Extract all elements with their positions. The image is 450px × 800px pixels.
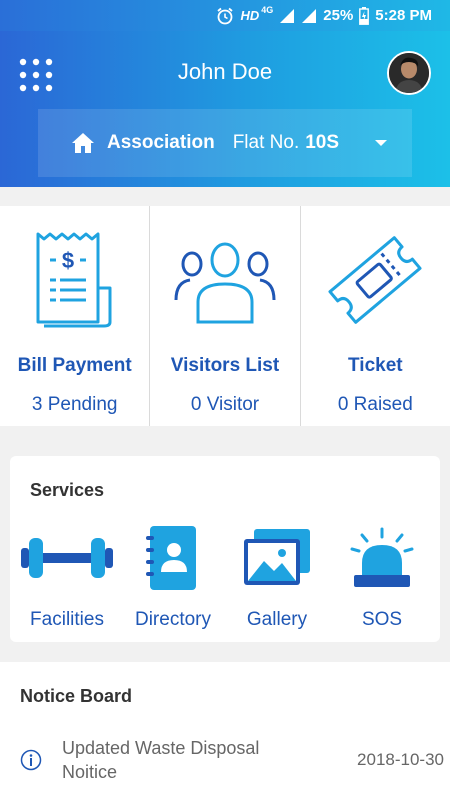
notice-board: Notice Board Updated Waste Disposal Noit… <box>0 662 450 800</box>
service-facilities[interactable]: Facilities <box>15 526 119 631</box>
hd-indicator: HD <box>240 8 260 23</box>
visitors-list-count: 0 Visitor <box>190 394 260 415</box>
info-icon <box>20 749 42 771</box>
svg-text:$: $ <box>62 248 74 273</box>
summary-cards: $ Bill Payment 3 Pending Visitors List 0… <box>0 206 450 426</box>
user-name: John Doe <box>177 59 273 84</box>
ticket-status: 0 Raised <box>337 394 413 415</box>
avatar[interactable] <box>387 51 431 95</box>
notice-item-date: 2018-10-30 <box>357 750 444 769</box>
visitors-list-card[interactable]: Visitors List 0 Visitor <box>150 206 301 426</box>
service-sos-label: SOS <box>361 609 403 630</box>
signal-icon <box>280 8 295 23</box>
home-icon <box>72 133 94 153</box>
bill-payment-title: Bill Payment <box>17 355 132 376</box>
service-directory-label: Directory <box>134 609 211 630</box>
service-facilities-label: Facilities <box>30 609 104 630</box>
service-gallery-label: Gallery <box>246 609 308 630</box>
contact-book-icon <box>146 526 196 590</box>
services-title: Services <box>30 480 105 500</box>
ticket-card[interactable]: Ticket 0 Raised <box>301 206 450 426</box>
association-label: Association <box>107 132 215 153</box>
bill-payment-status: 3 Pending <box>31 394 118 415</box>
notice-board-title: Notice Board <box>20 686 133 706</box>
dumbbell-icon <box>21 538 113 578</box>
bill-payment-card[interactable]: $ Bill Payment 3 Pending <box>0 206 151 426</box>
notice-item-text: Updated Waste Disposal Noitice <box>62 738 260 782</box>
status-bar: HD 4G 25% 5:28 PM <box>0 0 450 31</box>
ticket-title: Ticket <box>348 355 403 376</box>
service-directory[interactable]: Directory <box>121 526 225 631</box>
services-panel: Services Facilities Directory Gallery SO… <box>10 456 440 642</box>
profile-photo-icon <box>389 53 429 93</box>
dropdown-arrow-icon <box>375 140 387 146</box>
visitors-list-title: Visitors List <box>170 355 280 376</box>
battery-percent: 25% <box>323 7 354 24</box>
alarm-icon <box>217 7 234 24</box>
service-gallery[interactable]: Gallery <box>225 526 329 631</box>
flat-value: 10S <box>305 132 340 153</box>
service-sos[interactable]: SOS <box>330 526 434 631</box>
flat-label: Flat No. <box>232 132 300 153</box>
clock-time: 5:28 PM <box>375 7 432 24</box>
signal-icon-secondary <box>302 8 317 23</box>
bill-receipt-icon: $ <box>36 232 112 328</box>
gallery-icon <box>244 529 310 585</box>
association-selector[interactable]: Association Flat No. 10S <box>38 109 412 177</box>
notice-item[interactable]: Updated Waste Disposal Noitice 2018-10-3… <box>0 734 450 790</box>
network-type: 4G <box>261 5 274 15</box>
ticket-icon <box>328 236 422 324</box>
siren-icon <box>350 527 414 587</box>
app-header: John Doe Association Flat No. 10S <box>0 31 450 187</box>
visitors-group-icon <box>174 242 276 324</box>
battery-charging-icon <box>359 6 370 25</box>
